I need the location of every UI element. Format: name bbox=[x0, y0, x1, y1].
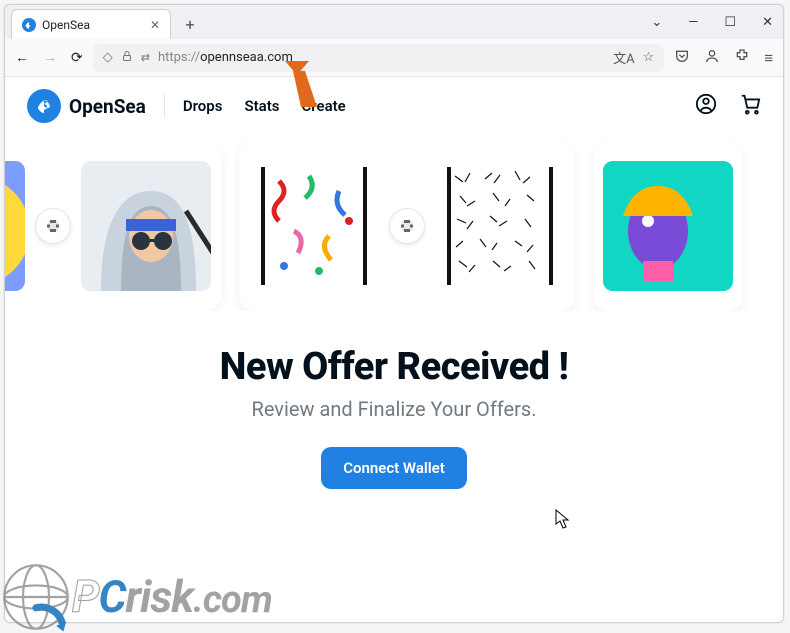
browser-window: OpenSea ✕ + ⌄ — ☐ ✕ ← → ⟳ ◇ ⇄ https://op… bbox=[4, 4, 784, 623]
close-window-icon[interactable]: ✕ bbox=[758, 11, 777, 34]
toolbar-right-icons: ≡ bbox=[674, 48, 773, 68]
nft-card[interactable] bbox=[603, 161, 733, 291]
page-content: OpenSea Drops Stats Create bbox=[5, 77, 783, 622]
nav-create[interactable]: Create bbox=[301, 97, 345, 115]
minimize-icon[interactable]: — bbox=[684, 11, 702, 34]
nft-pair bbox=[593, 141, 743, 311]
nft-card[interactable] bbox=[81, 161, 211, 291]
opensea-logo-icon bbox=[27, 89, 61, 123]
url-text: https://opennseaa.com bbox=[158, 50, 605, 65]
nft-carousel[interactable] bbox=[5, 141, 783, 311]
nav-buttons: ← → ⟳ bbox=[15, 49, 83, 66]
window-controls: ⌄ — ☐ ✕ bbox=[647, 5, 777, 39]
hero-title: New Offer Received ! bbox=[5, 345, 783, 389]
hero-section: New Offer Received ! Review and Finalize… bbox=[5, 345, 783, 489]
cart-icon[interactable] bbox=[739, 93, 761, 119]
menu-icon[interactable]: ≡ bbox=[764, 49, 773, 67]
maximize-icon[interactable]: ☐ bbox=[720, 11, 740, 34]
brand-logo[interactable]: OpenSea bbox=[27, 89, 146, 123]
nft-pair bbox=[239, 141, 575, 311]
translate-icon[interactable]: 文A bbox=[613, 48, 634, 67]
bookmark-star-icon[interactable]: ☆ bbox=[643, 50, 655, 65]
nft-card[interactable] bbox=[5, 161, 25, 291]
nft-pair bbox=[5, 141, 221, 311]
account-icon[interactable] bbox=[704, 48, 720, 68]
nft-card[interactable] bbox=[435, 161, 565, 291]
forward-icon[interactable]: → bbox=[43, 49, 57, 66]
url-domain: opennseaa.com bbox=[200, 50, 293, 65]
hero-subtitle: Review and Finalize Your Offers. bbox=[5, 397, 783, 421]
mouse-cursor-icon bbox=[555, 509, 571, 533]
browser-tab[interactable]: OpenSea ✕ bbox=[11, 9, 171, 39]
connect-wallet-button[interactable]: Connect Wallet bbox=[321, 447, 467, 489]
profile-icon[interactable] bbox=[695, 93, 717, 119]
shield-icon[interactable]: ◇ bbox=[103, 50, 113, 65]
chevron-down-icon[interactable]: ⌄ bbox=[647, 11, 666, 34]
pair-link-icon bbox=[389, 208, 425, 244]
divider bbox=[164, 94, 165, 118]
nav-stats[interactable]: Stats bbox=[244, 97, 279, 115]
extensions-icon[interactable] bbox=[734, 48, 750, 68]
address-bar[interactable]: ◇ ⇄ https://opennseaa.com 文A ☆ bbox=[93, 44, 665, 72]
back-icon[interactable]: ← bbox=[15, 49, 29, 66]
tab-favicon-icon bbox=[22, 18, 36, 32]
address-bar-row: ← → ⟳ ◇ ⇄ https://opennseaa.com 文A ☆ bbox=[5, 39, 783, 77]
brand-name: OpenSea bbox=[69, 95, 146, 118]
close-tab-icon[interactable]: ✕ bbox=[150, 18, 160, 32]
pocket-icon[interactable] bbox=[674, 48, 690, 68]
lock-icon[interactable] bbox=[121, 50, 133, 65]
nft-card[interactable] bbox=[249, 161, 379, 291]
pair-link-icon bbox=[35, 208, 71, 244]
new-tab-button[interactable]: + bbox=[177, 11, 203, 37]
reload-icon[interactable]: ⟳ bbox=[71, 50, 83, 66]
nav-drops[interactable]: Drops bbox=[183, 97, 223, 115]
site-header: OpenSea Drops Stats Create bbox=[5, 77, 783, 135]
permissions-icon[interactable]: ⇄ bbox=[141, 51, 150, 64]
site-header-right bbox=[695, 93, 761, 119]
tab-title: OpenSea bbox=[42, 18, 90, 32]
site-nav: Drops Stats Create bbox=[183, 97, 346, 115]
url-protocol: https:// bbox=[158, 50, 200, 65]
tab-strip: OpenSea ✕ + ⌄ — ☐ ✕ bbox=[5, 5, 783, 39]
